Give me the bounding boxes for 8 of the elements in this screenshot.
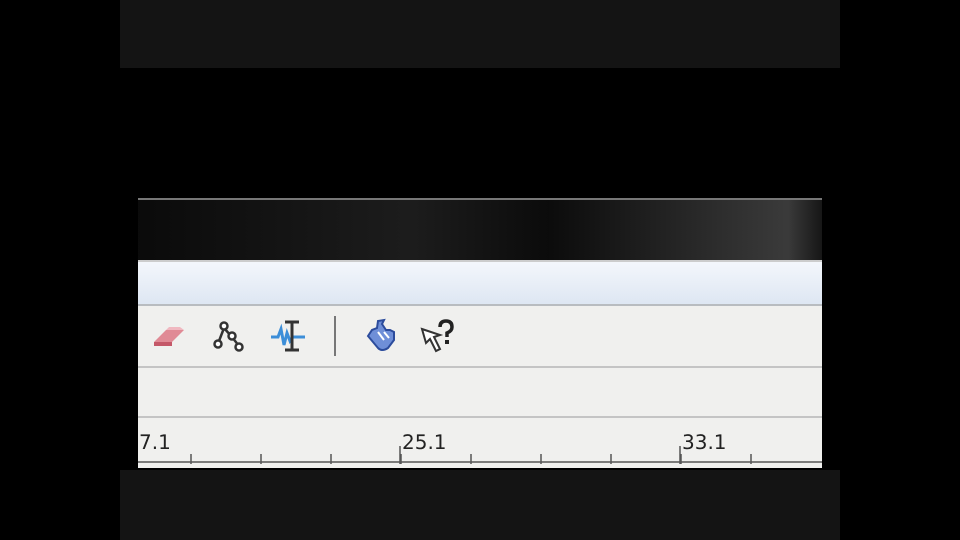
ruler-label: 25.1 <box>402 430 447 454</box>
eraser-icon[interactable] <box>152 324 186 348</box>
ruler-label: 33.1 <box>682 430 727 454</box>
pointing-hand-icon[interactable] <box>364 318 396 354</box>
ruler-label: 7.1 <box>139 430 171 454</box>
toolbar-separator <box>334 316 336 356</box>
waveform-cursor-icon[interactable] <box>270 319 306 353</box>
help-pointer-icon[interactable] <box>420 319 456 353</box>
